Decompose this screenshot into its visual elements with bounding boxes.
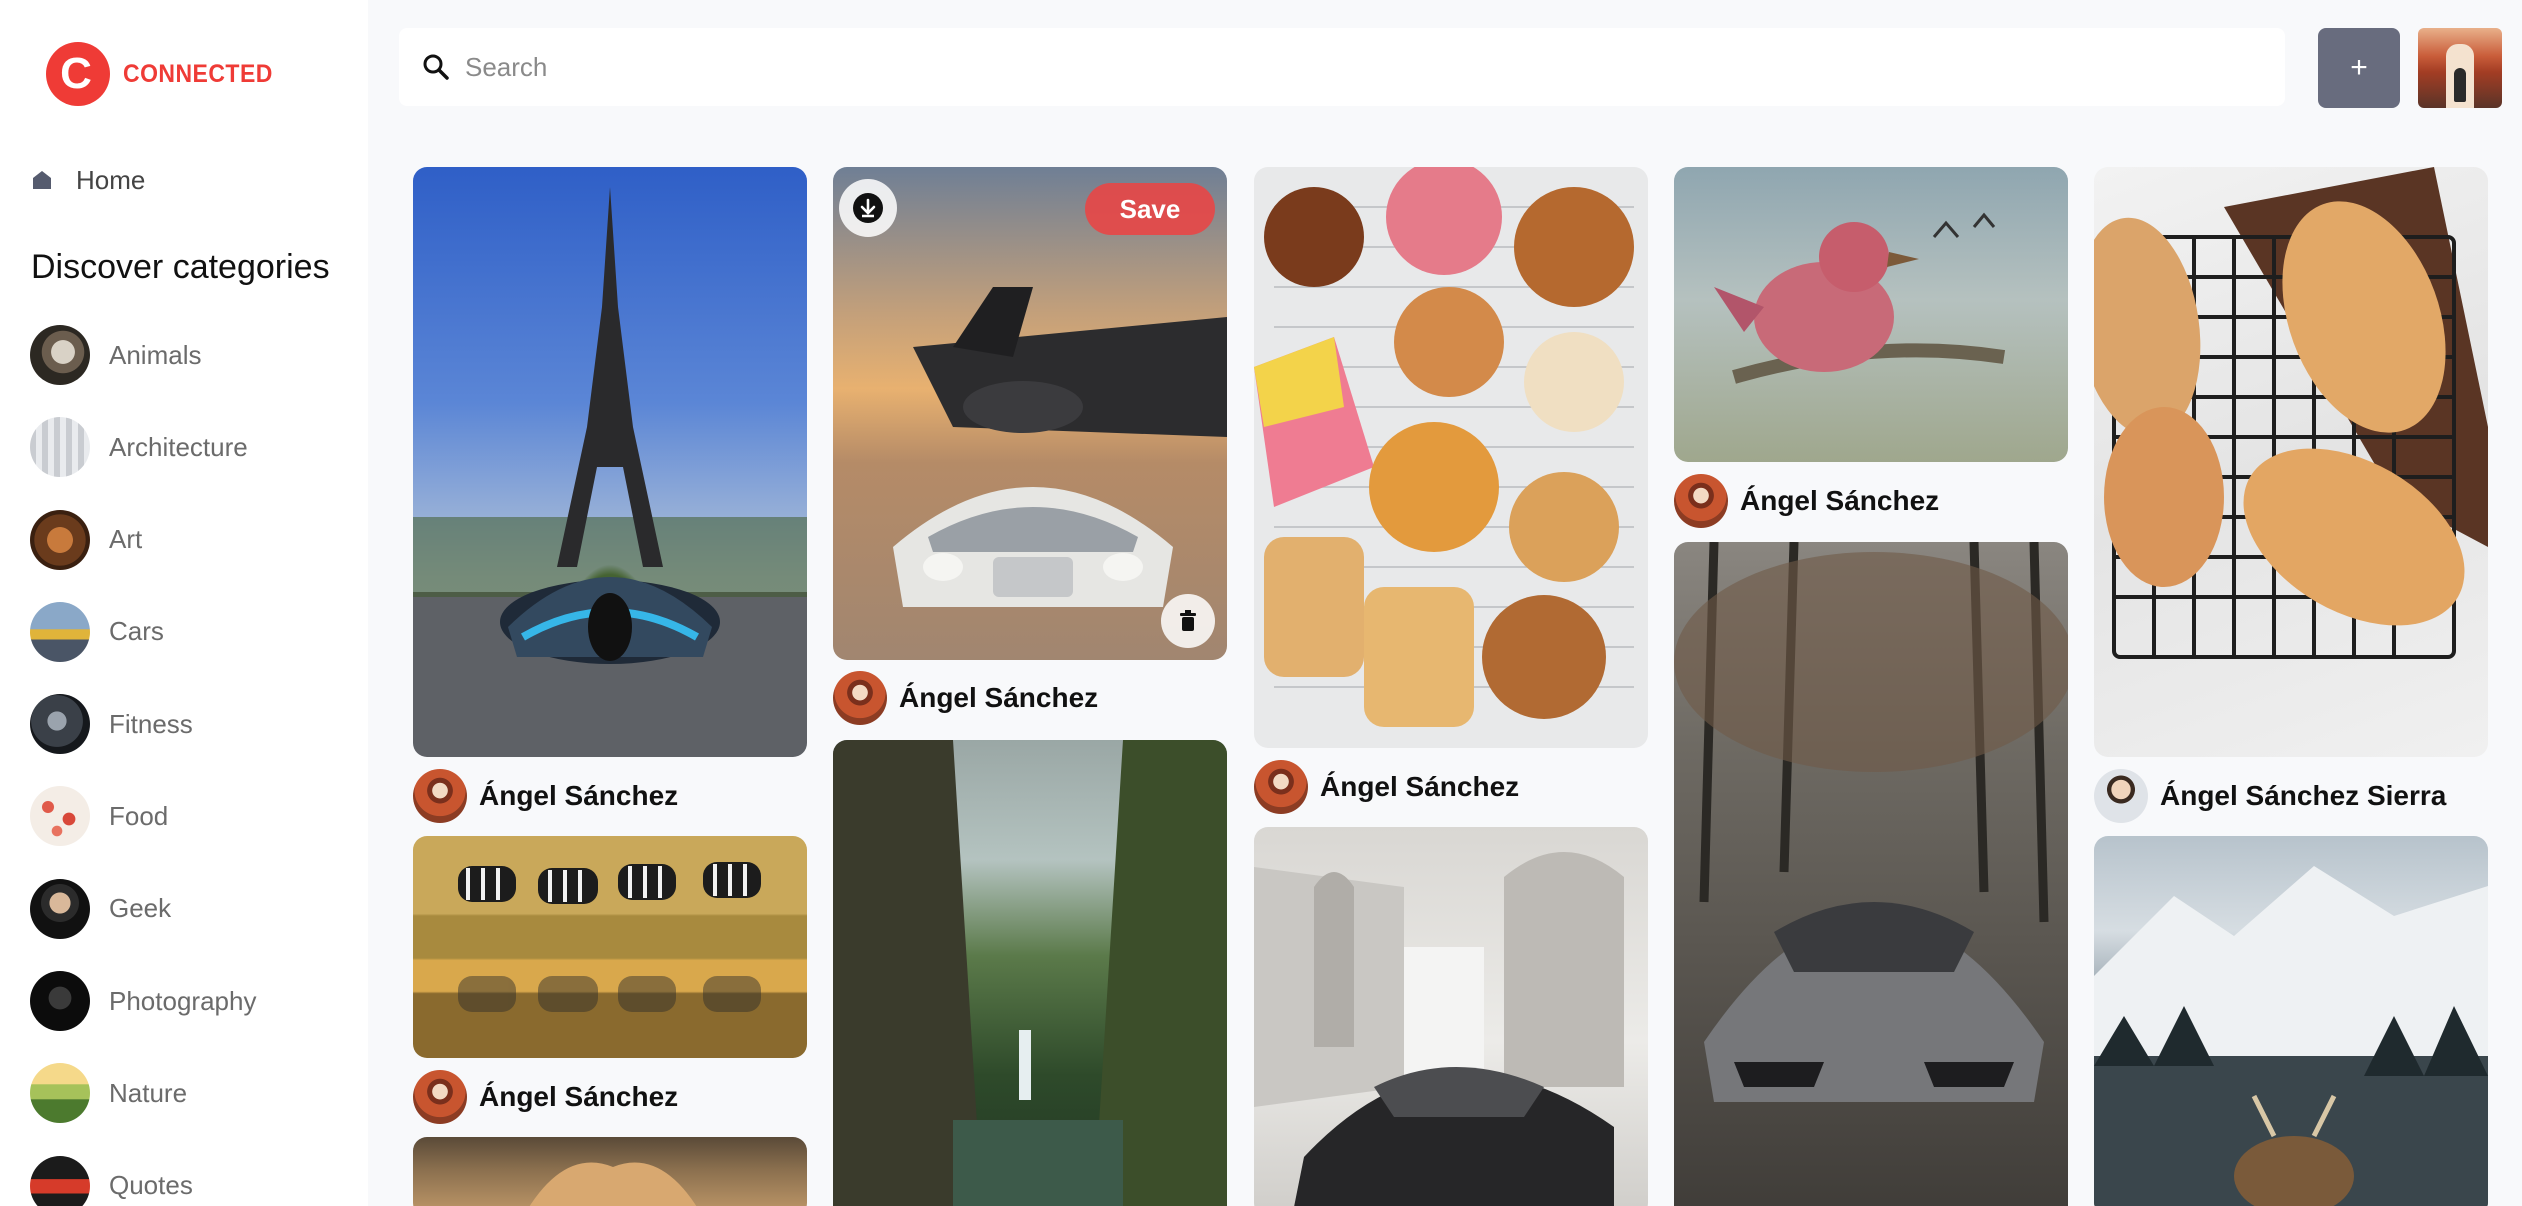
category-thumb <box>30 417 90 478</box>
pin-pastries[interactable] <box>1254 167 1648 748</box>
author-avatar <box>413 1070 467 1124</box>
category-list: Animals Architecture Art Cars Fitness Fo… <box>30 325 350 1206</box>
pin-eiffel-car[interactable] <box>413 167 807 757</box>
category-architecture[interactable]: Architecture <box>30 417 350 478</box>
logo-letter: C <box>60 49 92 98</box>
author-avatar <box>2094 769 2148 823</box>
add-pin-button[interactable]: + <box>2318 28 2400 108</box>
brand-name: CONNECTED <box>123 59 273 88</box>
pin-author[interactable]: Ángel Sánchez <box>1674 474 1939 528</box>
author-name: Ángel Sánchez <box>1320 771 1520 802</box>
author-avatar <box>413 769 467 823</box>
category-thumb <box>30 786 90 847</box>
waterfall-illustration <box>833 740 1227 1206</box>
mclaren-illustration <box>1254 852 1624 1206</box>
category-label: Quotes <box>109 1170 193 1201</box>
author-name: Ángel Sánchez <box>899 682 1099 713</box>
logo-mark: C <box>46 42 110 106</box>
category-label: Fitness <box>109 708 193 739</box>
search-bar[interactable] <box>399 28 2285 106</box>
nav-home[interactable]: Home <box>30 158 350 202</box>
category-quotes[interactable]: Quotes <box>30 1155 350 1206</box>
cat-illustration <box>529 1162 697 1206</box>
category-animals[interactable]: Animals <box>30 325 350 385</box>
category-thumb <box>30 878 90 939</box>
pin-author[interactable]: Ángel Sánchez <box>413 1070 678 1124</box>
nav-home-label: Home <box>76 164 146 195</box>
category-thumb <box>30 601 90 662</box>
mountain-illustration <box>2094 866 2488 1206</box>
pin-mclaren[interactable] <box>1254 827 1648 1206</box>
avatar-figure <box>2454 68 2466 102</box>
pin-author[interactable]: Ángel Sánchez Sierra <box>2094 769 2446 823</box>
author-avatar <box>833 671 887 725</box>
lamborghini-illustration <box>1674 542 2068 1102</box>
category-photography[interactable]: Photography <box>30 971 350 1032</box>
pin-author[interactable]: Ángel Sánchez <box>413 769 678 823</box>
delete-button[interactable] <box>1161 594 1215 648</box>
category-label: Geek <box>109 893 172 924</box>
category-thumb <box>30 1155 90 1206</box>
trash-icon <box>1180 610 1196 631</box>
pin-zebras[interactable] <box>413 836 807 1058</box>
download-button[interactable] <box>839 179 897 237</box>
category-label: Photography <box>109 985 257 1016</box>
pin-bird[interactable] <box>1674 167 2068 462</box>
category-label: Nature <box>109 1077 188 1108</box>
author-name: Ángel Sánchez Sierra <box>2160 780 2447 811</box>
category-thumb <box>30 694 90 755</box>
zebras-illustration <box>458 862 761 1012</box>
download-icon <box>853 193 883 223</box>
bread-illustration <box>2094 167 2488 659</box>
pin-lamborghini[interactable] <box>1674 542 2068 1206</box>
category-thumb <box>30 509 90 570</box>
category-label: Cars <box>109 616 164 647</box>
pin-waterfall[interactable] <box>833 740 1227 1206</box>
category-food[interactable]: Food <box>30 786 350 847</box>
categories-heading: Discover categories <box>31 248 330 286</box>
app-logo[interactable]: C CONNECTED <box>46 42 286 106</box>
pastries-illustration <box>1254 167 1634 727</box>
category-cars[interactable]: Cars <box>30 601 350 662</box>
pin-author[interactable]: Ángel Sánchez <box>833 671 1098 725</box>
pin-mountain-deer[interactable] <box>2094 836 2488 1206</box>
author-avatar <box>1674 474 1728 528</box>
pin-author[interactable]: Ángel Sánchez <box>1254 760 1519 814</box>
category-label: Architecture <box>109 431 248 462</box>
search-input[interactable] <box>465 51 2245 83</box>
category-art[interactable]: Art <box>30 509 350 570</box>
author-avatar <box>1254 760 1308 814</box>
search-icon <box>419 50 453 84</box>
bird-illustration <box>1714 212 2006 384</box>
category-label: Animals <box>109 339 202 370</box>
author-name: Ángel Sánchez <box>1740 485 1940 516</box>
category-geek[interactable]: Geek <box>30 878 350 939</box>
category-thumb <box>30 971 90 1032</box>
category-thumb <box>30 325 90 385</box>
category-thumb <box>30 1063 90 1124</box>
pin-bread[interactable] <box>2094 167 2488 757</box>
category-label: Food <box>109 800 169 831</box>
author-name: Ángel Sánchez <box>479 1081 679 1112</box>
pin-cat[interactable] <box>413 1137 807 1206</box>
home-icon <box>30 168 54 192</box>
category-fitness[interactable]: Fitness <box>30 694 350 755</box>
eiffel-illustration <box>413 187 807 664</box>
user-avatar[interactable] <box>2418 28 2502 108</box>
category-label: Art <box>109 524 143 555</box>
author-name: Ángel Sánchez <box>479 780 679 811</box>
sidebar: C CONNECTED Home Discover categories Ani… <box>0 0 368 1206</box>
save-button[interactable]: Save <box>1085 183 1215 235</box>
pin-jet-car[interactable]: Save <box>833 167 1227 660</box>
jet-car-illustration <box>893 287 1227 607</box>
category-nature[interactable]: Nature <box>30 1063 350 1124</box>
